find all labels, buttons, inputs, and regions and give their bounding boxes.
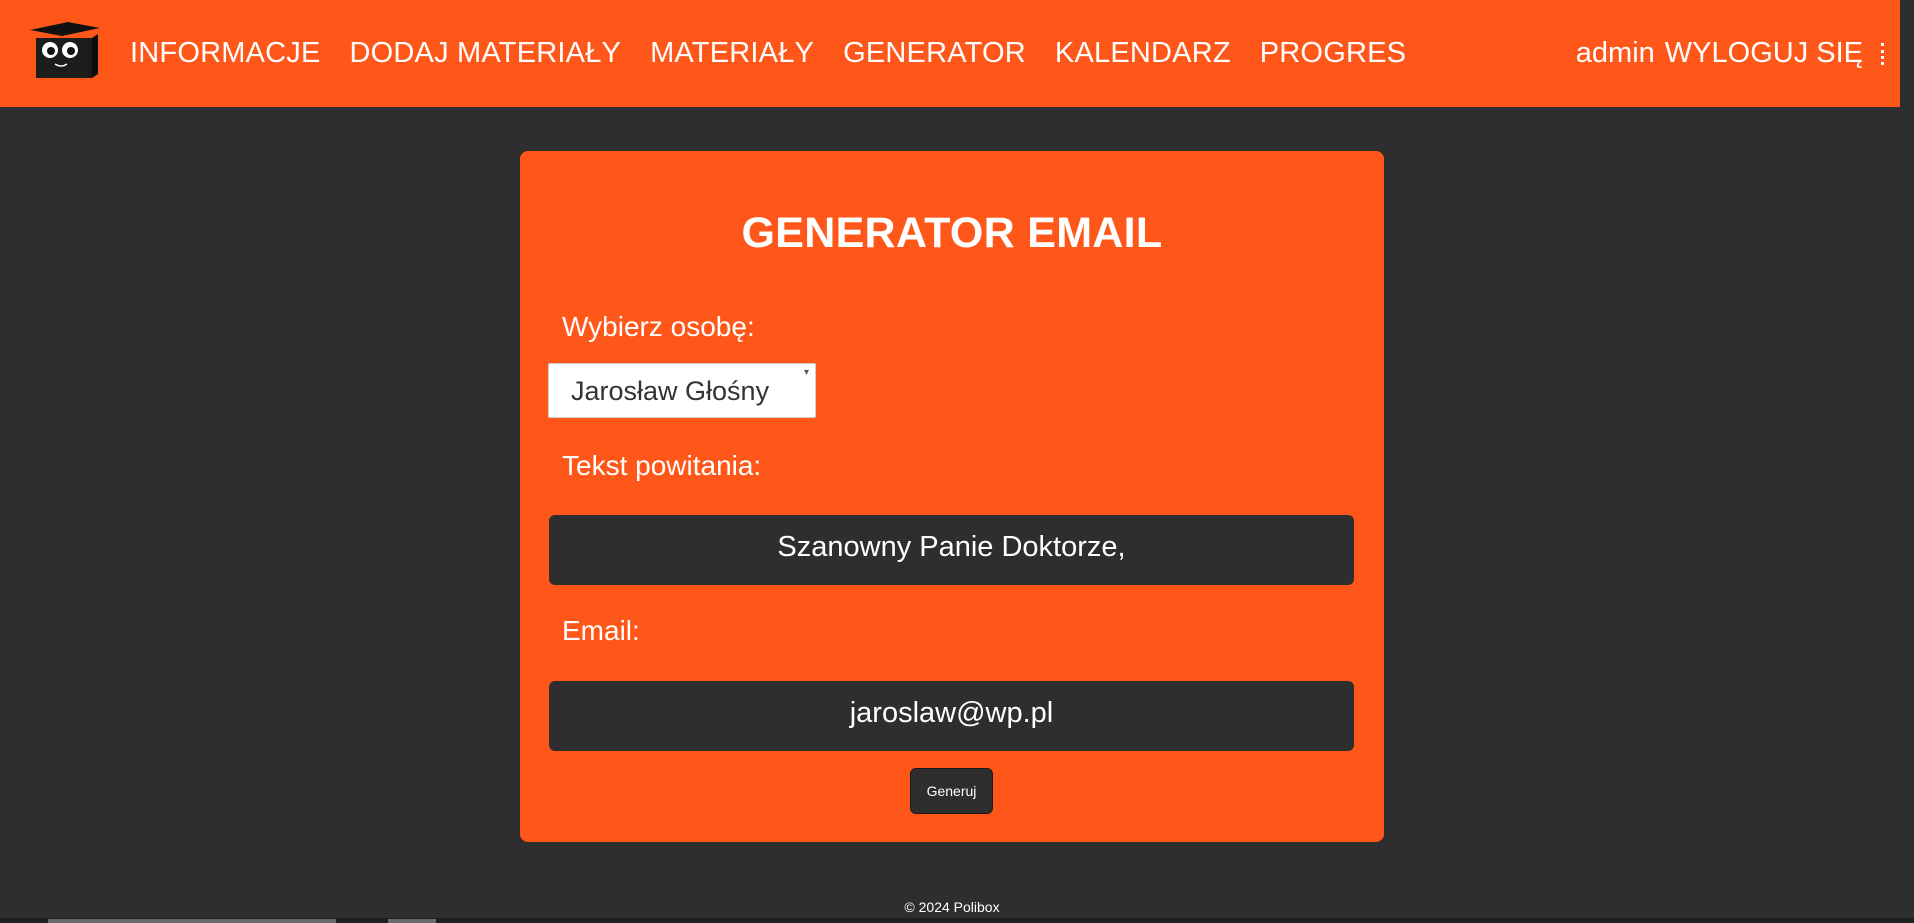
chevron-down-icon: ▾ — [803, 367, 809, 378]
nav-informacje[interactable]: INFORMACJE — [130, 37, 321, 70]
scrollbar-thumb[interactable] — [48, 919, 336, 923]
username: admin — [1575, 37, 1655, 69]
top-navbar: INFORMACJE DODAJ MATERIAŁY MATERIAŁY GEN… — [0, 0, 1900, 107]
scrollbar-segment — [388, 919, 436, 923]
logout-link[interactable]: WYLOGUJ SIĘ — [1665, 37, 1863, 70]
page-title: GENERATOR EMAIL — [741, 209, 1163, 257]
nav-dodaj-materialy[interactable]: DODAJ MATERIAŁY — [350, 37, 622, 70]
person-select-value: Jarosław Głośny — [571, 376, 770, 406]
generate-button[interactable]: Generuj — [910, 768, 993, 814]
nav-kalendarz[interactable]: KALENDARZ — [1055, 37, 1231, 70]
user-area: admin WYLOGUJ SIĘ — [1576, 0, 1888, 107]
greeting-input[interactable]: Szanowny Panie Doktorze, — [549, 515, 1354, 585]
footer-copyright: © 2024 Polibox — [904, 899, 1000, 915]
person-select[interactable]: Jarosław Głośny ▾ — [548, 363, 816, 418]
person-label: Wybierz osobę: — [562, 311, 755, 342]
nav-materialy[interactable]: MATERIAŁY — [650, 37, 814, 70]
nav-progres[interactable]: PROGRES — [1260, 37, 1406, 70]
main-menu: INFORMACJE DODAJ MATERIAŁY MATERIAŁY GEN… — [130, 0, 1435, 107]
nav-generator[interactable]: GENERATOR — [843, 37, 1026, 70]
email-input[interactable]: jaroslaw@wp.pl — [549, 681, 1354, 751]
menu-toggle-icon[interactable] — [1881, 42, 1888, 65]
greeting-label: Tekst powitania: — [562, 450, 762, 481]
email-label: Email: — [562, 615, 640, 646]
owl-logo-icon[interactable] — [28, 20, 102, 80]
email-generator-card: GENERATOR EMAIL Wybierz osobę: Jarosław … — [520, 151, 1384, 842]
